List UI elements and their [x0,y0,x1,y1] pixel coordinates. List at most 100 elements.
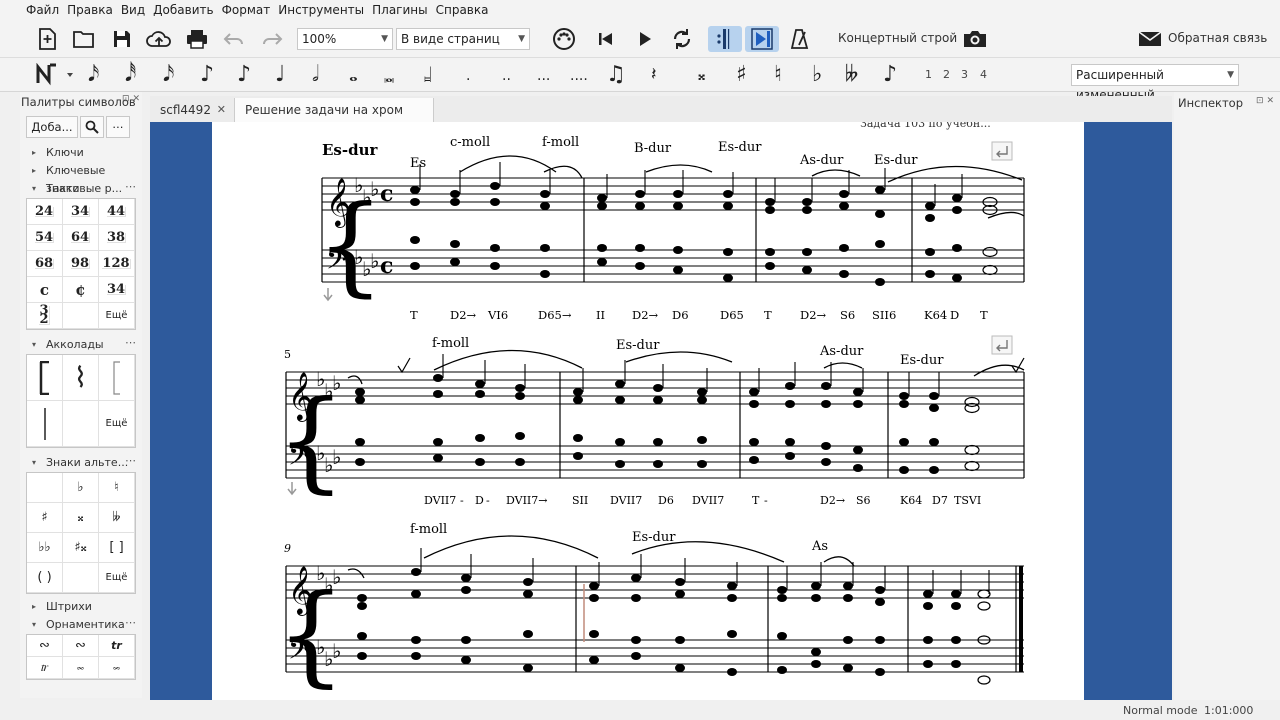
flat-icon[interactable]: ♭ [63,473,99,503]
palette-key-signatures[interactable]: ▸ Ключевые знаки [20,162,142,195]
new-file-icon[interactable] [34,26,60,52]
line-bracket-icon[interactable] [27,401,63,447]
bracket-accidental-icon[interactable]: [ ] [99,533,135,563]
time-sig-3-8[interactable]: 38 [99,225,135,251]
voice-3-button[interactable]: 3 [961,68,968,81]
time-sig-2-4[interactable]: 24 [27,199,63,225]
section-menu-icon[interactable]: ⋯ [125,178,136,196]
camera-icon[interactable] [962,26,988,52]
double-sharp-icon[interactable]: 𝄪 [63,503,99,533]
flip-direction-icon[interactable]: ♪ [883,62,897,87]
palette-time-signatures[interactable]: ▾ Тактовые р... ⋯ [20,180,142,198]
play-icon[interactable] [632,26,658,52]
sharp-icon[interactable]: ♯ [27,503,63,533]
inverted-turn-icon[interactable]: ∾ [63,635,99,657]
score-canvas[interactable]: 𝄞 𝄢 Задача 103 по учебн... Es-dur { [150,122,1172,700]
double-flat-icon[interactable]: 𝄫 [845,62,858,87]
natural-icon[interactable]: ♮ [774,62,782,87]
menu-help[interactable]: Справка [436,3,489,17]
double-dot-icon[interactable]: .. [502,68,511,84]
more-brackets-button[interactable]: Ещё [99,401,135,447]
voice-1-button[interactable]: 1 [925,68,932,81]
time-sig-9-8[interactable]: 98 [63,251,99,277]
time-sig-4-4[interactable]: 44 [99,199,135,225]
time-sig-common[interactable]: c [27,277,63,303]
rest-icon[interactable]: 𝄽 [651,64,657,85]
play-repeats-icon[interactable] [708,26,742,52]
save-icon[interactable] [109,26,135,52]
rewind-icon[interactable] [593,26,619,52]
loop-icon[interactable] [669,26,695,52]
palette-clefs[interactable]: ▸ Ключи [20,144,142,162]
time-sig-12-8[interactable]: 12 8 [99,251,135,277]
system-break-icon[interactable] [991,335,1013,355]
redo-icon[interactable] [259,26,285,52]
duration-8th-icon[interactable]: ♪ [237,62,251,87]
tie-icon[interactable]: ♫ [606,62,626,87]
time-sig-6-4[interactable]: 64 [63,225,99,251]
workspace-select[interactable]: Расширенный измененный ▼ [1071,64,1239,102]
more-time-sigs-button[interactable]: Ещё [99,303,135,329]
menu-tools[interactable]: Инструменты [278,3,364,17]
time-sig-6-8[interactable]: 68 [27,251,63,277]
duration-8th-icon[interactable]: ♪ [200,62,214,87]
menu-format[interactable]: Формат [222,3,271,17]
flat-icon[interactable]: ♭ [812,62,822,87]
palette-ornaments[interactable]: ▾ Орнаментика ⋯ [20,616,142,634]
feedback-link[interactable]: Обратная связь [1168,31,1267,45]
voice-4-button[interactable]: 4 [980,68,987,81]
search-icon[interactable] [80,116,104,138]
duration-32nd-icon[interactable]: 𝅘𝅥𝅰 [125,62,136,87]
duration-whole-icon[interactable]: 𝅝 [349,62,358,87]
menu-edit[interactable]: Правка [67,3,113,17]
menu-add[interactable]: Добавить [153,3,213,17]
duration-16th-icon[interactable]: 𝅘𝅥𝅯 [163,62,174,87]
double-flat-icon[interactable]: 𝄫 [99,503,135,533]
palette-menu-icon[interactable]: ⋯ [106,116,130,138]
quadruple-dot-icon[interactable]: .... [570,68,588,84]
concert-pitch-toggle[interactable]: Концертный строй [838,31,957,45]
view-mode-select[interactable]: В виде страниц ▼ [396,28,530,50]
section-menu-icon[interactable]: ⋯ [125,614,136,632]
print-icon[interactable] [184,26,210,52]
triple-flat-icon[interactable]: ♭♭ [27,533,63,563]
duration-longa-icon[interactable]: 𝆷 [424,62,432,87]
palette-articulations[interactable]: ▸ Штрихи [20,598,142,616]
duration-quarter-icon[interactable]: ♩ [275,62,285,87]
duration-64th-icon[interactable]: 𝅘𝅥𝅯 [88,62,99,87]
tab-solution[interactable]: Решение задачи на хром секв✕ [234,98,434,141]
time-sig-3-2[interactable]: 32 [27,303,63,329]
square-bracket-icon[interactable] [99,355,135,401]
menu-file[interactable]: Файл [26,3,59,17]
note-input-mode-icon[interactable] [34,62,74,90]
panel-float-icon[interactable]: ⊡ ✕ [122,94,140,104]
triple-dot-icon[interactable]: ... [537,68,550,84]
natural-icon[interactable]: ♮ [99,473,135,503]
tab-scfl4492[interactable]: scfl4492 ✕ [150,98,234,122]
system-break-icon[interactable] [991,141,1013,161]
section-menu-icon[interactable]: ⋯ [125,452,136,470]
palette-accidentals[interactable]: ▾ Знаки альте... ⋯ [20,454,142,472]
time-sig-3-4[interactable]: 34 [63,199,99,225]
undo-icon[interactable] [221,26,247,52]
double-sharp-icon[interactable]: 𝄪 [698,65,705,85]
time-sig-5-4[interactable]: 54 [27,225,63,251]
triple-sharp-icon[interactable]: ♯𝄪 [63,533,99,563]
duration-breve-icon[interactable]: 𝅜 [384,66,394,87]
parentheses-icon[interactable]: ( ) [27,563,63,593]
bracket-icon[interactable] [27,355,63,401]
time-sig-cut[interactable]: ¢ [63,277,99,303]
add-palette-button[interactable]: Доба... [26,116,78,138]
sharp-icon[interactable]: ♯ [736,62,747,87]
time-sig-3-4-alt[interactable]: 34 [99,277,135,303]
augmentation-dot-icon[interactable]: . [466,68,470,84]
voice-2-button[interactable]: 2 [943,68,950,81]
more-accidentals-button[interactable]: Ещё [99,563,135,593]
duration-half-icon[interactable]: 𝅗𝅥 [312,62,319,87]
pan-score-icon[interactable] [745,26,779,52]
close-icon[interactable]: ✕ [217,98,226,122]
menu-plugins[interactable]: Плагины [372,3,427,17]
brace-icon[interactable]: ⌇ [63,355,99,401]
mordent-icon[interactable]: 𝆖 [27,657,63,679]
panel-float-icon[interactable]: ⊡ ✕ [1256,96,1274,106]
